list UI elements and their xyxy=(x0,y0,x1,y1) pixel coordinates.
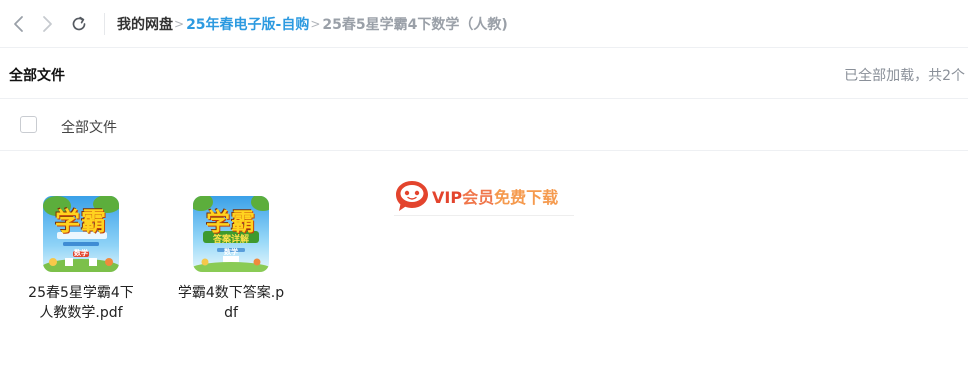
vip-banner-underline xyxy=(394,215,574,216)
refresh-button[interactable] xyxy=(68,12,90,36)
load-status: 已全部加载，共2个 xyxy=(844,68,965,84)
refresh-icon xyxy=(72,16,86,31)
cover-tag: 数学 xyxy=(74,249,88,257)
file-name[interactable]: 25春5星学霸4下人教数学.pdf xyxy=(26,283,136,323)
breadcrumb-current: 25春5星学霸4下数学（人教) xyxy=(322,17,508,33)
files-header: 全部文件 已全部加载，共2个 xyxy=(0,48,968,99)
breadcrumb-separator-icon: > xyxy=(310,17,321,31)
cover-title: 学霸 xyxy=(54,207,107,236)
breadcrumb-folder[interactable]: 25年春电子版-自购 xyxy=(186,14,309,34)
chevron-left-icon xyxy=(14,16,23,32)
forward-button[interactable] xyxy=(36,12,58,36)
cover-tag: 数学 xyxy=(224,248,238,256)
files-title: 全部文件 xyxy=(9,68,65,84)
nav-divider xyxy=(104,13,105,35)
breadcrumb: 我的网盘 > 25年春电子版-自购 > 25春5星学霸4下数学（人教) xyxy=(117,14,508,34)
free-download-label: 免费下载 xyxy=(494,188,559,207)
pdf-thumbnail: 学霸 数学 xyxy=(43,196,119,272)
select-all-label: 全部文件 xyxy=(61,120,117,136)
file-item[interactable]: 学霸 答案详解 数学 学霸4数下答案.pdf xyxy=(176,196,286,323)
back-button[interactable] xyxy=(8,12,30,36)
chevron-right-icon xyxy=(43,16,52,32)
select-all-checkbox[interactable] xyxy=(20,116,37,133)
vip-download-banner[interactable]: VIP会员免费下载 xyxy=(392,176,580,216)
select-all-row: 全部文件 xyxy=(0,99,968,151)
member-label: 会员 xyxy=(462,188,495,207)
file-name[interactable]: 学霸4数下答案.pdf xyxy=(176,283,286,323)
breadcrumb-separator-icon: > xyxy=(174,17,185,31)
vip-banner-text: VIP会员免费下载 xyxy=(432,184,558,208)
breadcrumb-root[interactable]: 我的网盘 xyxy=(117,14,173,34)
pdf-thumbnail: 学霸 答案详解 数学 xyxy=(193,196,269,272)
file-item[interactable]: 学霸 数学 25春5星学霸4下人教数学.pdf xyxy=(26,196,136,323)
chat-bubble-icon xyxy=(396,181,428,211)
top-navbar: 我的网盘 > 25年春电子版-自购 > 25春5星学霸4下数学（人教) xyxy=(0,0,968,48)
vip-label: VIP xyxy=(432,188,463,207)
cover-subtitle: 答案详解 xyxy=(212,235,249,245)
